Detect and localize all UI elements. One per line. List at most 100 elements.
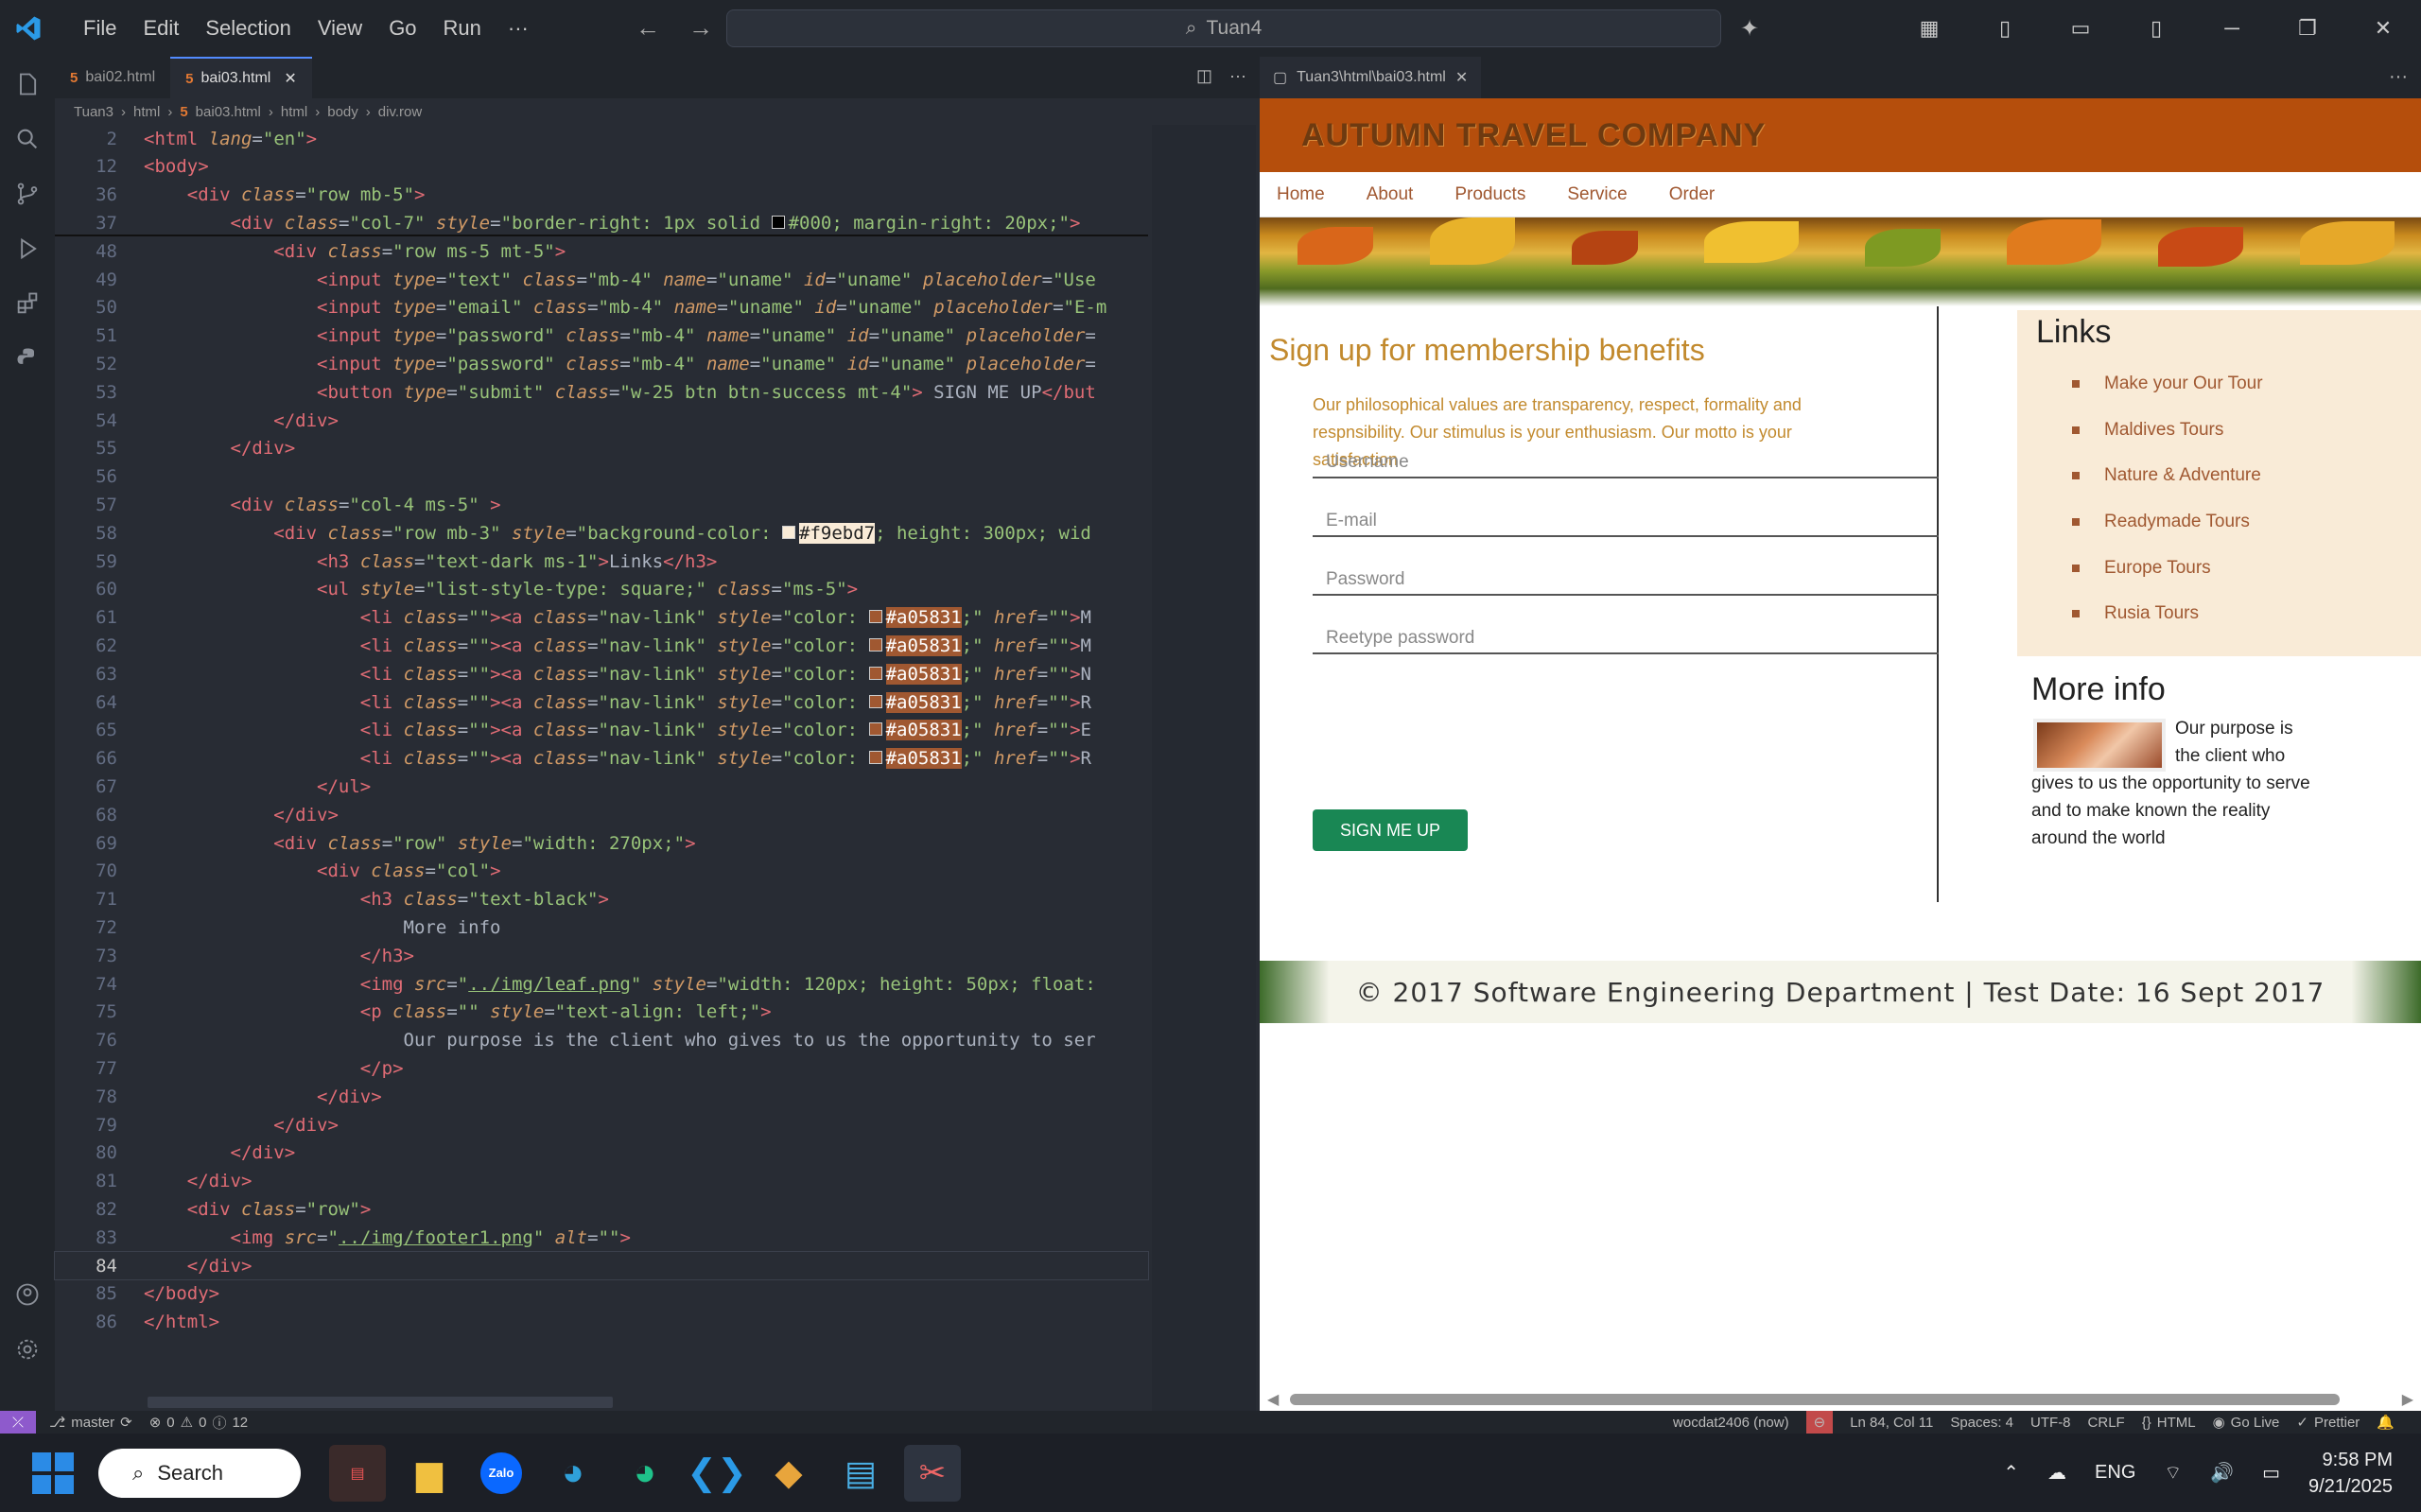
link-item[interactable]: Make your Our Tour: [2072, 361, 2263, 408]
forward-arrow-icon[interactable]: →: [688, 13, 713, 43]
code-line[interactable]: 52 <input type="password" class="mb-4" n…: [55, 350, 1148, 377]
settings-gear-icon[interactable]: [0, 1322, 55, 1377]
extensions-icon[interactable]: [0, 276, 55, 331]
code-line[interactable]: 37 <div class="col-7" style="border-righ…: [55, 209, 1148, 236]
minimize-icon[interactable]: ─: [2194, 0, 2270, 57]
explorer-icon[interactable]: [0, 57, 55, 112]
close-icon[interactable]: ✕: [2345, 0, 2421, 57]
menu-go[interactable]: Go: [389, 16, 416, 41]
minimap[interactable]: [1152, 125, 1256, 1411]
breadcrumb-item[interactable]: html: [133, 104, 160, 120]
git-app-icon[interactable]: ◆: [760, 1445, 817, 1502]
menu-view[interactable]: View: [318, 16, 362, 41]
remote-indicator-icon[interactable]: ⤫: [0, 1411, 36, 1434]
problems-indicator[interactable]: ⊗ 0 ⚠ 0 ⓘ 12: [149, 1413, 248, 1433]
restore-icon[interactable]: ❐: [2270, 0, 2345, 57]
code-editor[interactable]: 2 <html lang="en"> 12 <body> 36 <div class="…: [54, 125, 1260, 1411]
code-line[interactable]: 84 </div>: [54, 1251, 1149, 1280]
battery-icon[interactable]: ▭: [2262, 1461, 2280, 1485]
tab-preview[interactable]: ▢ Tuan3\html\bai03.html ✕: [1260, 57, 1482, 98]
breadcrumb-item[interactable]: Tuan3: [74, 104, 113, 120]
code-line[interactable]: 60 <ul style="list-style-type: square;" …: [55, 576, 1148, 603]
more-actions-icon[interactable]: ···: [2389, 66, 2408, 88]
zalo-icon[interactable]: Zalo: [473, 1445, 530, 1502]
language-indicator[interactable]: ENG: [2095, 1462, 2135, 1484]
code-line[interactable]: 55 </div>: [55, 435, 1148, 462]
nav-products[interactable]: Products: [1454, 184, 1525, 205]
password-field[interactable]: Password: [1313, 564, 1939, 596]
code-line[interactable]: 78 </div>: [55, 1083, 1148, 1110]
source-control-icon[interactable]: [0, 166, 55, 221]
code-line[interactable]: 61 <li class=""><a class="nav-link" styl…: [55, 604, 1148, 632]
code-line[interactable]: 64 <li class=""><a class="nav-link" styl…: [55, 688, 1148, 716]
code-line[interactable]: 51 <input type="password" class="mb-4" n…: [55, 322, 1148, 350]
edge-icon[interactable]: ◕: [545, 1445, 601, 1502]
breadcrumb-item[interactable]: div.row: [378, 104, 422, 120]
back-arrow-icon[interactable]: ←: [636, 13, 660, 43]
run-debug-icon[interactable]: [0, 221, 55, 276]
file-explorer-icon[interactable]: ▆: [401, 1445, 458, 1502]
code-line[interactable]: 68 </div>: [55, 801, 1148, 828]
sign-me-up-button[interactable]: SIGN ME UP: [1313, 809, 1468, 851]
menu-file[interactable]: File: [83, 16, 116, 41]
search-icon[interactable]: [0, 112, 55, 166]
code-line[interactable]: 73 </h3>: [55, 942, 1148, 969]
menu-run[interactable]: Run: [444, 16, 481, 41]
code-line[interactable]: 69 <div class="row" style="width: 270px;…: [55, 829, 1148, 857]
line-ending[interactable]: CRLF: [2088, 1415, 2125, 1431]
tab-bai02[interactable]: 5 bai02.html: [55, 57, 170, 98]
code-line[interactable]: 63 <li class=""><a class="nav-link" styl…: [55, 660, 1148, 687]
toggle-secondary-sidebar-icon[interactable]: ▯: [2118, 0, 2194, 57]
code-line[interactable]: 76 Our purpose is the client who gives t…: [55, 1027, 1148, 1054]
toggle-sidebar-icon[interactable]: ▯: [1967, 0, 2043, 57]
code-line[interactable]: 62 <li class=""><a class="nav-link" styl…: [55, 632, 1148, 659]
chevron-up-icon[interactable]: ⌃: [2003, 1461, 2019, 1485]
wifi-icon[interactable]: ⌔: [2164, 1461, 2182, 1485]
breadcrumb-item[interactable]: html: [281, 104, 307, 120]
code-line[interactable]: 81 </div>: [55, 1168, 1148, 1195]
code-line[interactable]: 49 <input type="text" class="mb-4" name=…: [55, 266, 1148, 293]
notifications-icon[interactable]: 🔔: [2377, 1414, 2395, 1431]
code-line[interactable]: 86 </html>: [55, 1309, 1148, 1336]
python-icon[interactable]: [0, 331, 55, 386]
vscode-taskbar-icon[interactable]: ❮❯: [687, 1445, 747, 1502]
scroll-left-icon[interactable]: ◀: [1267, 1390, 1279, 1409]
close-tab-icon[interactable]: ✕: [284, 69, 296, 88]
volume-icon[interactable]: 🔊: [2210, 1461, 2234, 1485]
windows-start-icon[interactable]: [32, 1451, 74, 1494]
code-line[interactable]: 54 </div>: [55, 407, 1148, 434]
code-line[interactable]: 72 More info: [55, 913, 1148, 941]
clock[interactable]: 9:58 PM 9/21/2025: [2308, 1447, 2393, 1500]
menu-more[interactable]: ···: [508, 16, 529, 41]
code-line[interactable]: 58 <div class="row mb-3" style="backgrou…: [55, 519, 1148, 547]
email-field[interactable]: E-mail: [1313, 505, 1939, 537]
account-icon[interactable]: [0, 1267, 55, 1322]
code-line[interactable]: 82 <div class="row">: [55, 1195, 1148, 1223]
toggle-panel-icon[interactable]: ▭: [2043, 0, 2118, 57]
code-line[interactable]: 83 <img src="../img/footer1.png" alt="">: [55, 1224, 1148, 1251]
close-tab-icon[interactable]: ✕: [1455, 68, 1468, 87]
link-item[interactable]: Rusia Tours: [2072, 591, 2263, 637]
language-mode[interactable]: {} HTML: [2142, 1415, 2196, 1431]
copilot-icon[interactable]: ✦: [1740, 15, 1759, 43]
code-line[interactable]: 2 <html lang="en">: [55, 125, 1148, 152]
nav-about[interactable]: About: [1367, 184, 1414, 205]
nav-order[interactable]: Order: [1669, 184, 1716, 205]
branch-indicator[interactable]: ⎇ master ⟳: [49, 1414, 132, 1432]
prettier-button[interactable]: ✓ Prettier: [2296, 1414, 2360, 1432]
link-item[interactable]: Readymade Tours: [2072, 499, 2263, 546]
code-line[interactable]: 77 </p>: [55, 1054, 1148, 1082]
code-line[interactable]: 12 <body>: [55, 153, 1148, 181]
scroll-right-icon[interactable]: ▶: [2402, 1390, 2413, 1409]
code-line[interactable]: 59 <h3 class="text-dark ms-1">Links</h3>: [55, 547, 1148, 575]
notepad-icon[interactable]: ▤: [832, 1445, 889, 1502]
tab-bai03[interactable]: 5 bai03.html ✕: [170, 57, 312, 98]
menu-selection[interactable]: Selection: [205, 16, 291, 41]
onedrive-icon[interactable]: ☁: [2047, 1461, 2066, 1485]
code-line[interactable]: 57 <div class="col-4 ms-5" >: [55, 491, 1148, 518]
username-field[interactable]: Username: [1313, 446, 1939, 478]
code-line[interactable]: 71 <h3 class="text-black">: [55, 886, 1148, 913]
code-line[interactable]: 48 <div class="row ms-5 mt-5">: [55, 237, 1148, 265]
preview-horizontal-scrollbar[interactable]: ◀ ▶: [1260, 1388, 2421, 1411]
code-line[interactable]: 79 </div>: [55, 1111, 1148, 1138]
